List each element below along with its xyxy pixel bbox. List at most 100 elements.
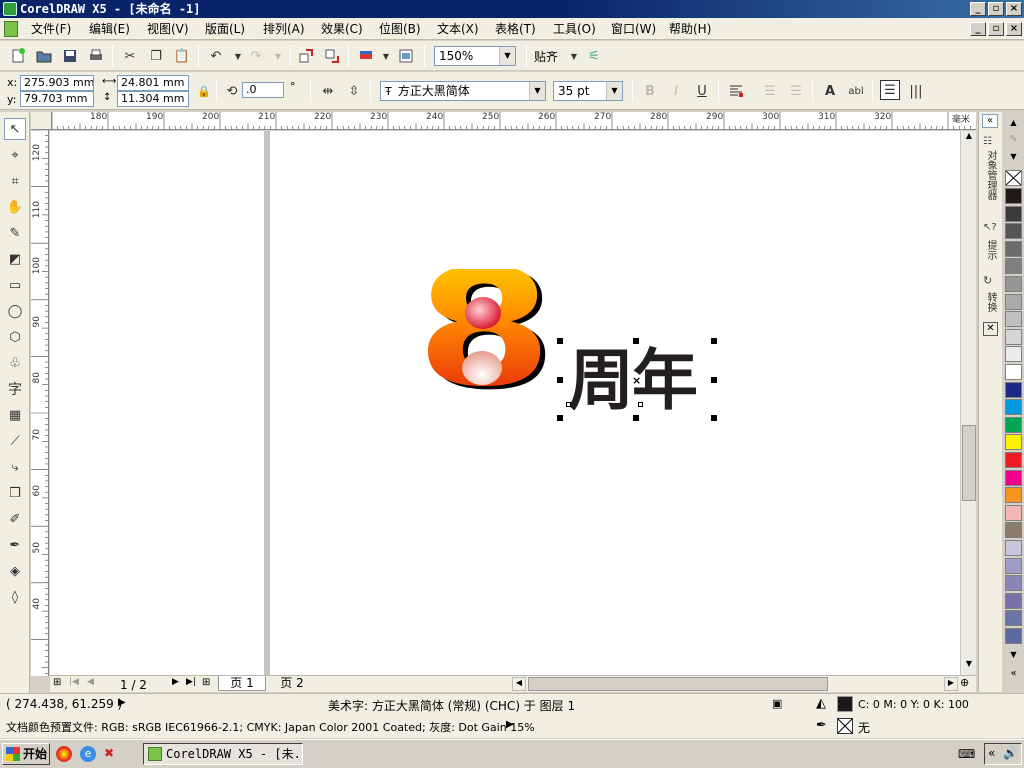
color-swatch[interactable] — [1005, 452, 1022, 468]
palette-scroll-down-icon[interactable]: ▼ — [1005, 152, 1022, 161]
width-field[interactable]: 24.801 mm — [117, 75, 189, 91]
color-swatch[interactable] — [1005, 346, 1022, 363]
selection-handle[interactable] — [557, 415, 563, 421]
outline-pen-status-icon[interactable]: ✒ — [816, 718, 827, 733]
color-swatch[interactable] — [1005, 416, 1022, 433]
y-position-field[interactable]: 79.703 mm — [20, 91, 94, 107]
selection-handle[interactable] — [557, 338, 563, 344]
selection-handle[interactable] — [633, 338, 639, 344]
palette-scroll-down-icon[interactable]: ▼ — [1005, 650, 1022, 659]
welcome-screen-icon[interactable] — [396, 46, 416, 66]
scroll-left-icon[interactable]: ◀ — [512, 677, 526, 691]
bullet-list-icon[interactable]: ☰ — [760, 81, 780, 101]
font-list-combo[interactable]: Ŧ 方正大黑简体 ▼ — [380, 81, 546, 101]
document-icon[interactable] — [4, 21, 18, 37]
page-tab-2[interactable]: 页 2 — [268, 676, 316, 691]
fill-bucket-icon[interactable]: ◭ — [816, 696, 826, 711]
basic-shapes-icon[interactable]: ♧ — [4, 352, 26, 374]
pick-tool-icon[interactable]: ↖ — [4, 118, 26, 140]
text-align-icon[interactable] — [726, 81, 746, 101]
text-node-handle[interactable] — [566, 402, 571, 407]
color-swatch[interactable] — [1005, 557, 1022, 574]
undo-dropdown-icon[interactable]: ▼ — [228, 46, 248, 66]
undo-icon[interactable]: ↶ — [206, 46, 226, 66]
object-manager-tab[interactable]: 对象管理器 — [983, 150, 998, 200]
options-icon[interactable]: ⚟ — [584, 46, 604, 66]
volume-icon[interactable]: 🔊 — [1003, 746, 1018, 760]
keyboard-icon[interactable]: ⌨ — [958, 747, 975, 761]
application-launcher-icon[interactable] — [356, 46, 376, 66]
internet-explorer-icon[interactable]: e — [80, 746, 96, 762]
horizontal-scrollbar-thumb[interactable] — [528, 677, 828, 691]
cut-icon[interactable]: ✂ — [120, 46, 140, 66]
color-swatch[interactable] — [1005, 328, 1022, 345]
expand-dockers-icon[interactable]: « — [982, 114, 998, 128]
drop-shadow-icon[interactable]: ❒ — [4, 482, 26, 504]
interactive-fill-icon[interactable]: ◊ — [4, 586, 26, 608]
minimize-button[interactable]: _ — [970, 2, 986, 16]
color-swatch[interactable] — [1005, 399, 1022, 416]
underline-icon[interactable]: U — [692, 81, 712, 101]
text-tool-icon[interactable]: 字 — [4, 378, 26, 400]
hints-tab[interactable]: 提示 — [983, 240, 998, 260]
add-page-before-icon[interactable]: ⊞ — [53, 677, 61, 688]
add-page-after-icon[interactable]: ⊞ — [202, 677, 210, 688]
mirror-horizontal-icon[interactable]: ⇹ — [318, 81, 338, 101]
menu-layout[interactable]: 版面(L) — [202, 18, 248, 40]
scroll-down-icon[interactable]: ▼ — [962, 659, 976, 673]
menu-bitmaps[interactable]: 位图(B) — [376, 18, 424, 40]
color-swatch[interactable] — [1005, 628, 1022, 644]
menu-view[interactable]: 视图(V) — [144, 18, 192, 40]
color-swatch[interactable] — [1005, 205, 1022, 222]
color-swatch[interactable] — [1005, 258, 1022, 275]
connector-tool-icon[interactable]: ⤷ — [4, 456, 26, 478]
menu-arrange[interactable]: 排列(A) — [260, 18, 308, 40]
menu-file[interactable]: 文件(F) — [28, 18, 74, 40]
close-button[interactable]: × — [1006, 2, 1022, 16]
open-icon[interactable] — [34, 46, 54, 66]
ruler-origin[interactable] — [31, 112, 52, 130]
mirror-vertical-icon[interactable]: ⇳ — [344, 81, 364, 101]
document-color-profile[interactable]: 文档颜色预置文件: RGB: sRGB IEC61966-2.1; CMYK: … — [6, 719, 535, 735]
expand-status-icon[interactable]: ▶ — [118, 697, 126, 708]
color-swatch[interactable] — [1005, 610, 1022, 627]
redo-icon[interactable]: ↷ — [246, 46, 266, 66]
color-swatch[interactable] — [1005, 223, 1022, 240]
outline-color-swatch[interactable] — [837, 718, 853, 734]
quicklaunch-app-icon[interactable]: ✖ — [104, 746, 114, 760]
export-icon[interactable] — [322, 46, 342, 66]
eyedropper-icon[interactable]: ✐ — [4, 508, 26, 530]
fill-tool-icon[interactable]: ◈ — [4, 560, 26, 582]
color-swatch[interactable] — [1005, 487, 1022, 504]
print-icon[interactable] — [86, 46, 106, 66]
color-proof-icon[interactable]: ▣ — [772, 697, 782, 710]
rectangle-tool-icon[interactable]: ▭ — [4, 274, 26, 296]
polygon-tool-icon[interactable]: ⬡ — [4, 326, 26, 348]
color-swatch[interactable] — [1005, 381, 1022, 398]
scrollbar-thumb[interactable] — [962, 425, 976, 501]
color-swatch[interactable] — [1005, 522, 1022, 539]
chevron-down-icon[interactable]: ▼ — [529, 82, 545, 100]
show-hidden-icons[interactable]: « — [988, 746, 995, 760]
color-swatch[interactable] — [1005, 469, 1022, 486]
edit-text-icon[interactable]: abl — [846, 81, 866, 101]
italic-icon[interactable]: I — [666, 81, 686, 101]
lock-ratio-icon[interactable]: 🔒 — [194, 81, 214, 101]
zoom-level-combo[interactable]: 150% ▼ — [434, 46, 516, 66]
x-position-field[interactable]: 275.903 mm — [20, 75, 94, 91]
table-tool-icon[interactable]: ▦ — [4, 404, 26, 426]
menu-effects[interactable]: 效果(C) — [318, 18, 366, 40]
vertical-text-icon[interactable]: ||| — [906, 81, 926, 101]
snap-dropdown-icon[interactable]: ▼ — [564, 46, 584, 66]
ellipse-tool-icon[interactable]: ◯ — [4, 300, 26, 322]
profile-expand-icon[interactable]: ▶ — [506, 719, 514, 730]
snap-to-label[interactable]: 贴齐 — [534, 48, 558, 65]
color-swatch[interactable] — [1005, 540, 1022, 556]
font-size-combo[interactable]: 35 pt ▼ — [553, 81, 623, 101]
paste-icon[interactable]: 📋 — [172, 46, 192, 66]
menu-edit[interactable]: 编辑(E) — [86, 18, 133, 40]
menu-text[interactable]: 文本(X) — [434, 18, 482, 40]
selection-handle[interactable] — [711, 415, 717, 421]
color-swatch[interactable] — [1005, 276, 1022, 292]
height-field[interactable]: 11.304 mm — [117, 91, 189, 107]
